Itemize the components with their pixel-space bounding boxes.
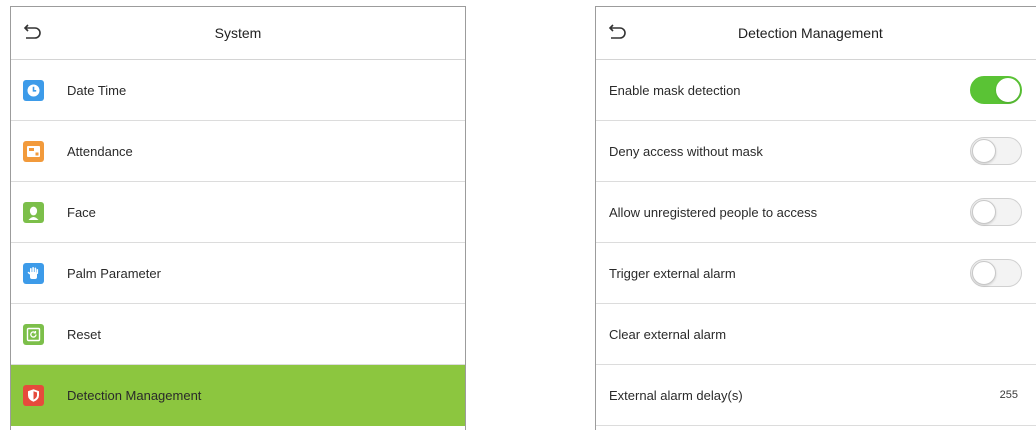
- palm-icon: [23, 262, 44, 284]
- toggle-knob: [972, 261, 996, 285]
- setting-label: Allow unregistered people to access: [609, 204, 818, 220]
- title-bar: System: [11, 7, 465, 60]
- back-button[interactable]: [606, 23, 628, 43]
- setting-enable-mask-detection[interactable]: Enable mask detection: [596, 60, 1036, 121]
- back-arrow-icon: [23, 24, 41, 39]
- menu-item-label: Date Time: [67, 82, 127, 98]
- setting-label: External alarm delay(s): [609, 387, 743, 403]
- menu-item-label: Face: [67, 204, 96, 220]
- setting-label: Trigger external alarm: [609, 265, 736, 281]
- menu-item-label: Reset: [67, 326, 101, 342]
- trigger-alarm-toggle[interactable]: [970, 259, 1022, 287]
- toggle-knob: [972, 139, 996, 163]
- reset-icon: [23, 323, 44, 345]
- setting-deny-access-without-mask[interactable]: Deny access without mask: [596, 121, 1036, 182]
- menu-item-palm-parameter[interactable]: Palm Parameter: [11, 243, 465, 304]
- setting-label: Clear external alarm: [609, 326, 727, 342]
- face-icon: [23, 201, 44, 223]
- menu-item-label: Attendance: [67, 143, 133, 159]
- enable-mask-detection-toggle[interactable]: [970, 76, 1022, 104]
- toggle-knob: [972, 200, 996, 224]
- setting-label: Deny access without mask: [609, 143, 763, 159]
- detection-management-screen: Detection Management Enable mask detecti…: [595, 6, 1036, 430]
- toggle-knob: [996, 78, 1020, 102]
- menu-item-date-time[interactable]: Date Time: [11, 60, 465, 121]
- menu-item-label: Detection Management: [67, 387, 202, 403]
- allow-unregistered-toggle[interactable]: [970, 198, 1022, 226]
- menu-item-reset[interactable]: Reset: [11, 304, 465, 365]
- page-title: System: [214, 25, 262, 41]
- back-arrow-icon: [608, 24, 626, 39]
- clock-icon: [23, 79, 44, 101]
- setting-clear-external-alarm[interactable]: Clear external alarm: [596, 304, 1036, 365]
- setting-external-alarm-delay[interactable]: External alarm delay(s) 255: [596, 365, 1036, 426]
- attendance-icon: [23, 140, 44, 162]
- setting-trigger-external-alarm[interactable]: Trigger external alarm: [596, 243, 1036, 304]
- setting-label: Enable mask detection: [609, 82, 741, 98]
- menu-item-face[interactable]: Face: [11, 182, 465, 243]
- system-screen: System Date Time Attendance Face Palm Pa…: [10, 6, 466, 430]
- back-button[interactable]: [21, 23, 43, 43]
- title-bar: Detection Management: [596, 7, 1036, 60]
- page-title: Detection Management: [738, 25, 883, 41]
- alarm-delay-value: 255: [999, 389, 1018, 401]
- setting-allow-unregistered-access[interactable]: Allow unregistered people to access: [596, 182, 1036, 243]
- menu-item-label: Palm Parameter: [67, 265, 161, 281]
- shield-icon: [23, 384, 44, 406]
- menu-item-detection-management[interactable]: Detection Management: [11, 365, 465, 426]
- deny-access-toggle[interactable]: [970, 137, 1022, 165]
- menu-item-attendance[interactable]: Attendance: [11, 121, 465, 182]
